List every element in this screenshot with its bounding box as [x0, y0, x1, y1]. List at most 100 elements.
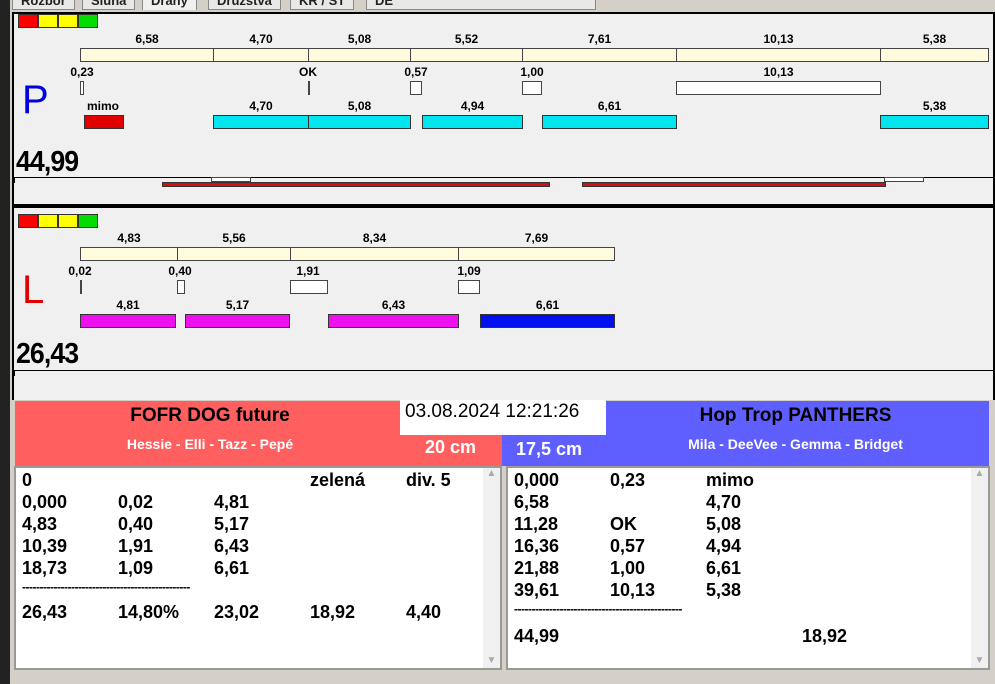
- lamp-yellow: [58, 14, 78, 28]
- lamp-green: [78, 214, 98, 228]
- separator: ----------------------------------------…: [514, 602, 682, 616]
- lamp-red: [18, 214, 38, 228]
- list-cell: zelená: [310, 470, 366, 490]
- result-bar-miss: [84, 115, 124, 129]
- result-bar: [80, 314, 176, 328]
- segment: [80, 48, 214, 62]
- list-cell: 0,23: [610, 470, 646, 490]
- lane-p-panel: P 44,99 6,58 4,70 5,08 5,52 7,61 10,13 5…: [12, 12, 995, 206]
- list-cell: 6,58: [514, 492, 550, 512]
- scroll-down-icon[interactable]: ▼: [971, 655, 988, 666]
- result-label: 5,38: [922, 99, 947, 113]
- gap-label: OK: [299, 65, 317, 79]
- team-name: Hop Trop PANTHERS: [699, 405, 892, 426]
- gap-label: 0,23: [70, 65, 94, 79]
- timeline-axis: [14, 177, 993, 178]
- gap-label: 1,91: [296, 264, 320, 278]
- team-members: Hessie - Elli - Tazz - Pepé: [126, 436, 294, 452]
- tab-drahy[interactable]: Dráhy: [142, 0, 197, 10]
- result-label: 6,43: [381, 298, 406, 312]
- result-label: 4,81: [116, 298, 140, 312]
- result-label: 6,61: [597, 99, 622, 113]
- gap-box: [458, 280, 480, 294]
- scrollbar[interactable]: ▲ ▼: [971, 468, 988, 668]
- timeline-box: [884, 177, 924, 182]
- tab-de[interactable]: DE: [366, 0, 596, 10]
- tab-kr-st[interactable]: KR / ST: [290, 0, 355, 10]
- scroll-down-icon[interactable]: ▼: [483, 655, 500, 666]
- summary-cell: 23,02: [214, 602, 260, 622]
- gap-box: [290, 280, 328, 294]
- tab-sluha[interactable]: Sluha: [82, 0, 136, 10]
- gap-label: 0,02: [68, 264, 92, 278]
- list-cell: 16,36: [514, 536, 560, 556]
- segment-label: 8,34: [362, 231, 387, 245]
- scroll-up-icon[interactable]: ▲: [971, 468, 988, 479]
- list-cell: 10,13: [610, 580, 656, 600]
- left-results-list[interactable]: ▲ ▼ 0 zelená div. 5 0,000 0,02 4,81 4,83 0,40 5,1…: [14, 466, 502, 670]
- result-bar: [213, 115, 309, 129]
- list-cell: OK: [610, 514, 637, 534]
- segment-label: 5,08: [347, 32, 372, 46]
- list-cell: 4,83: [22, 514, 58, 534]
- list-cell: 4,70: [706, 492, 742, 512]
- list-cell: 0,02: [118, 492, 154, 512]
- tab-bar: Rozbor Sluha Dráhy Družstva KR / ST DE: [10, 0, 995, 12]
- gap-label: 0,57: [404, 65, 428, 79]
- lamp-yellow: [58, 214, 78, 228]
- summary-cell: 44,99: [514, 626, 560, 646]
- tab-rozbor[interactable]: Rozbor: [12, 0, 75, 10]
- tab-druzstva[interactable]: Družstva: [208, 0, 281, 10]
- summary-cell: 26,43: [22, 602, 68, 622]
- list-cell: 0,40: [118, 514, 154, 534]
- segment: [458, 247, 615, 261]
- dog-height: 20 cm: [425, 437, 477, 457]
- lamp-green: [78, 14, 98, 28]
- segment-label: 7,69: [524, 231, 549, 245]
- gap-label: 10,13: [763, 65, 794, 79]
- timeline-axis: [14, 370, 993, 371]
- result-bar: [880, 115, 989, 129]
- right-results-list[interactable]: ▲ ▼ 0,000 0,23 mimo 6,58 4,70 11,28 OK 5,08 16,36…: [506, 466, 990, 670]
- list-cell: 11,28: [514, 514, 559, 534]
- list-cell: 1,00: [610, 558, 646, 578]
- window-edge: [0, 0, 10, 684]
- result-bar: [480, 314, 615, 328]
- gap-box: [522, 81, 542, 95]
- segment: [80, 247, 178, 261]
- result-label: 6,61: [535, 298, 560, 312]
- result-bar: [542, 115, 677, 129]
- segment-label: 7,61: [587, 32, 612, 46]
- segment: [522, 48, 677, 62]
- list-cell: mimo: [706, 470, 755, 490]
- result-bar: [185, 314, 290, 328]
- gap-box: [177, 280, 185, 294]
- list-cell: 0: [22, 470, 33, 490]
- scroll-up-icon[interactable]: ▲: [483, 468, 500, 479]
- list-cell: 6,61: [706, 558, 742, 578]
- result-bar: [328, 314, 459, 328]
- list-cell: 1,09: [118, 558, 154, 578]
- list-cell: 21,88: [514, 558, 560, 578]
- summary-cell: 4,40: [406, 602, 442, 622]
- segment: [308, 48, 411, 62]
- dog-height: 17,5 cm: [516, 439, 583, 459]
- result-bar: [422, 115, 523, 129]
- gap-label: 0,40: [168, 264, 192, 278]
- gap-box: [410, 81, 422, 95]
- result-label: 4,70: [249, 99, 273, 113]
- gap-box: [80, 81, 84, 95]
- lane-l-panel: L 26,43 4,83 5,56 8,34 7,69 0,02 0,40 1,…: [12, 206, 995, 400]
- list-cell: 10,39: [22, 536, 68, 556]
- lane-side-label: L: [22, 268, 45, 312]
- list-cell: 18,73: [22, 558, 68, 578]
- segment-label: 4,70: [249, 32, 273, 46]
- segment: [177, 247, 291, 261]
- segment: [880, 48, 989, 62]
- scrollbar[interactable]: ▲ ▼: [483, 468, 500, 668]
- timeline-tick: [14, 177, 15, 183]
- timeline-bar: [162, 182, 550, 187]
- segment: [676, 48, 881, 62]
- team-name: FOFR DOG future: [130, 405, 290, 426]
- list-cell: 5,38: [706, 580, 742, 600]
